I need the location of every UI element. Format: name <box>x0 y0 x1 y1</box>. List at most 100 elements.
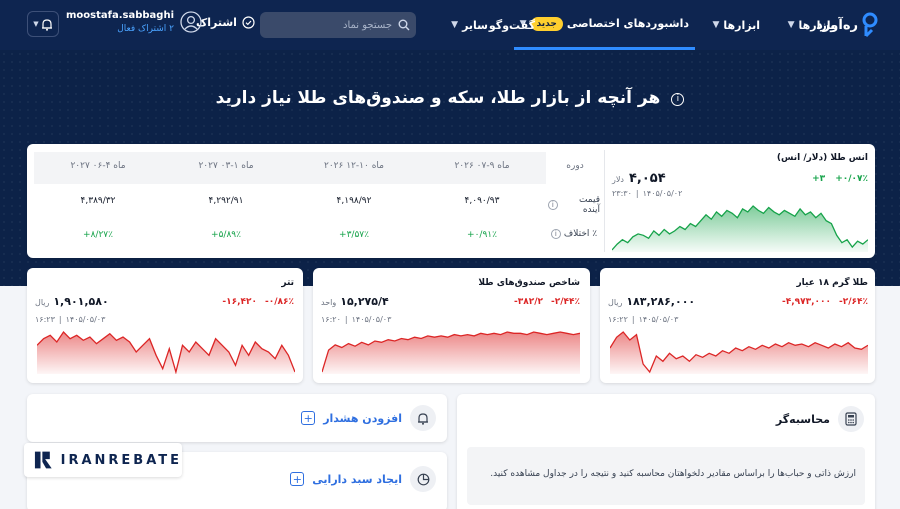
divider <box>604 150 605 252</box>
pie-chart-icon <box>410 466 436 492</box>
mini-card-0-area-fill <box>610 332 868 374</box>
card-change-row: -۱۶,۴۲۰ -۰/۸۶٪ <box>222 297 294 307</box>
futures-header-col: ماه ۴-۰۶ ۲۰۲۷ <box>70 161 126 171</box>
chevron-down-icon: ▼ <box>451 20 459 30</box>
card-change: -۳۸۲/۲ <box>514 297 543 307</box>
add-alert-label: افزودن هشدار <box>323 411 402 425</box>
gold-fund-area-chart <box>322 331 580 374</box>
card-change: -۴,۹۷۳,۰۰۰ <box>781 297 831 307</box>
row-label-future-price: قیمت آینده i <box>548 195 600 215</box>
watermark: IRANREBATE <box>24 443 182 477</box>
card-price: ۱,۹۰۱,۵۸۰ <box>53 295 109 308</box>
search-input[interactable] <box>272 19 392 31</box>
card-change-row: -۴,۹۷۳,۰۰۰ -۲/۶۴٪ <box>782 297 868 307</box>
card-datetime: ۱۶:۲۰ | ۱۴۰۵/۰۵/۰۳ <box>321 315 392 324</box>
new-badge: جدید <box>530 16 563 31</box>
ounce-title: انس طلا (دلار/ انس) <box>776 153 868 163</box>
card-change-pct: -۰/۸۶٪ <box>265 297 294 307</box>
card-unit: ریال <box>35 298 50 307</box>
ounce-change: +۳ <box>812 174 826 184</box>
logo-icon <box>862 12 878 38</box>
nav-more-label: سایر <box>462 18 488 32</box>
card-title: تتر <box>281 278 294 288</box>
nav-more[interactable]: سایر ▼ <box>451 0 488 50</box>
calculator-description: ارزش ذاتی و حباب‌ها را براساس مقادیر دلخ… <box>490 469 856 479</box>
row-label-diff: ٪ اختلاف i <box>548 229 600 239</box>
user-menu[interactable]: moostafa.sabbaghi ۲ اشتراک فعال <box>66 10 202 34</box>
nav-markets[interactable]: بازارها ▼ <box>788 0 835 50</box>
card-unit: ریال <box>608 298 623 307</box>
nav-chat[interactable]: گفت‌وگو <box>489 0 535 50</box>
subscribe-button[interactable]: اشتراک <box>196 16 255 29</box>
avatar-icon <box>180 11 202 33</box>
card-price-row: ریال ۱,۹۰۱,۵۸۰ <box>35 295 109 308</box>
gold-18k-area-chart <box>610 331 868 374</box>
futures-header-period: دوره <box>566 161 584 171</box>
nav-dashboards-label: داشبوردهای اختصاصی <box>566 17 689 30</box>
add-alert-row[interactable]: افزودن هشدار + <box>301 405 436 431</box>
card-price-row: واحد ۱۵,۲۷۵/۴ <box>321 295 389 308</box>
card-change: -۱۶,۴۲۰ <box>222 297 257 307</box>
nav-dashboards[interactable]: داشبوردهای اختصاصی جدید ▼ <box>513 0 695 50</box>
future-price-cell: ۴,۲۹۲/۹۱ <box>208 196 244 206</box>
create-portfolio-row[interactable]: ایجاد سبد دارایی + <box>290 466 436 492</box>
calculator-icon <box>838 406 864 432</box>
future-diff-cell: +۰/۹۱٪ <box>467 230 497 240</box>
chevron-down-icon: ▼ <box>712 20 720 30</box>
chevron-down-icon: ▼ <box>33 20 39 28</box>
username: moostafa.sabbaghi <box>66 10 175 21</box>
card-change-pct: -۲/۶۴٪ <box>839 297 868 307</box>
tether-area-chart <box>37 330 295 374</box>
future-diff-cell: +۸/۲۷٪ <box>83 230 113 240</box>
calculator-header: محاسبه‌گر <box>776 406 864 432</box>
notifications-button[interactable]: ▼ <box>27 11 59 37</box>
ounce-price-row: دلار ۴,۰۵۴ <box>612 171 666 186</box>
top-navbar: ره‌آورد بازارها ▼ ابزارها ▼ داشبوردهای ا… <box>0 0 900 50</box>
subscribe-label: اشتراک <box>196 16 237 29</box>
hero-title-row: هر آنچه از بازار طلا، سکه و صندوق‌های طل… <box>0 88 900 108</box>
mini-card-1-area-fill <box>322 332 580 374</box>
chevron-down-icon: ▼ <box>787 20 795 30</box>
card-datetime: ۱۶:۲۲ | ۱۴۰۵/۰۵/۰۳ <box>608 315 679 324</box>
ounce-area-chart <box>612 205 868 252</box>
search-box[interactable] <box>260 12 416 38</box>
future-price-cell: ۴,۳۸۹/۳۲ <box>80 196 116 206</box>
ounce-unit: دلار <box>612 175 624 184</box>
ounce-change-pct: +۰/۰۷٪ <box>835 174 868 184</box>
card-change-pct: -۲/۴۴٪ <box>551 297 580 307</box>
futures-header-col: ماه ۱۰-۱۲ ۲۰۲۶ <box>324 161 384 171</box>
future-diff-cell: +۵/۸۹٪ <box>211 230 241 240</box>
plus-icon: + <box>290 472 305 486</box>
create-portfolio-label: ایجاد سبد دارایی <box>312 472 402 486</box>
card-change-row: -۳۸۲/۲ -۲/۴۴٪ <box>514 297 580 307</box>
future-price-cell: ۴,۰۹۰/۹۳ <box>464 196 500 206</box>
nav-markets-label: بازارها <box>798 18 835 32</box>
hero-title: هر آنچه از بازار طلا، سکه و صندوق‌های طل… <box>215 88 661 108</box>
nav-chat-label: گفت‌وگو <box>488 18 535 32</box>
futures-header-col: ماه ۱-۰۳ ۲۰۲۷ <box>198 161 254 171</box>
card-title: شاخص صندوق‌های طلا <box>478 278 580 288</box>
watermark-text: IRANREBATE <box>60 452 182 468</box>
watermark-logo-icon <box>34 451 52 469</box>
info-icon[interactable]: i <box>548 200 558 210</box>
card-datetime: ۱۶:۲۳ | ۱۴۰۵/۰۵/۰۳ <box>35 315 106 324</box>
info-icon[interactable]: i <box>550 229 561 239</box>
card-price: ۱۵,۲۷۵/۴ <box>340 295 389 308</box>
check-circle-icon <box>242 16 255 29</box>
future-diff-cell: +۳/۵۷٪ <box>339 230 369 240</box>
nav-tools-label: ابزارها <box>723 18 760 32</box>
nav-tools[interactable]: ابزارها ▼ <box>712 0 760 50</box>
info-icon[interactable]: i <box>671 93 685 106</box>
calculator-title: محاسبه‌گر <box>775 412 830 426</box>
card-price: ۱۸۳,۲۸۶,۰۰۰ <box>626 295 696 308</box>
search-icon <box>398 19 410 31</box>
alert-bell-icon <box>410 405 436 431</box>
future-price-cell: ۴,۱۹۸/۹۲ <box>336 196 372 206</box>
card-title: طلا گرم ۱۸ عیار <box>796 278 868 288</box>
card-price-row: ریال ۱۸۳,۲۸۶,۰۰۰ <box>608 295 695 308</box>
mini-card-2-area-fill <box>37 332 295 374</box>
ounce-change-row: +۳ +۰/۰۷٪ <box>812 174 868 184</box>
futures-header-col: ماه ۹-۰۷ ۲۰۲۶ <box>454 161 510 171</box>
subscription-count: ۲ اشتراک فعال <box>117 24 175 34</box>
bell-icon <box>41 18 52 31</box>
